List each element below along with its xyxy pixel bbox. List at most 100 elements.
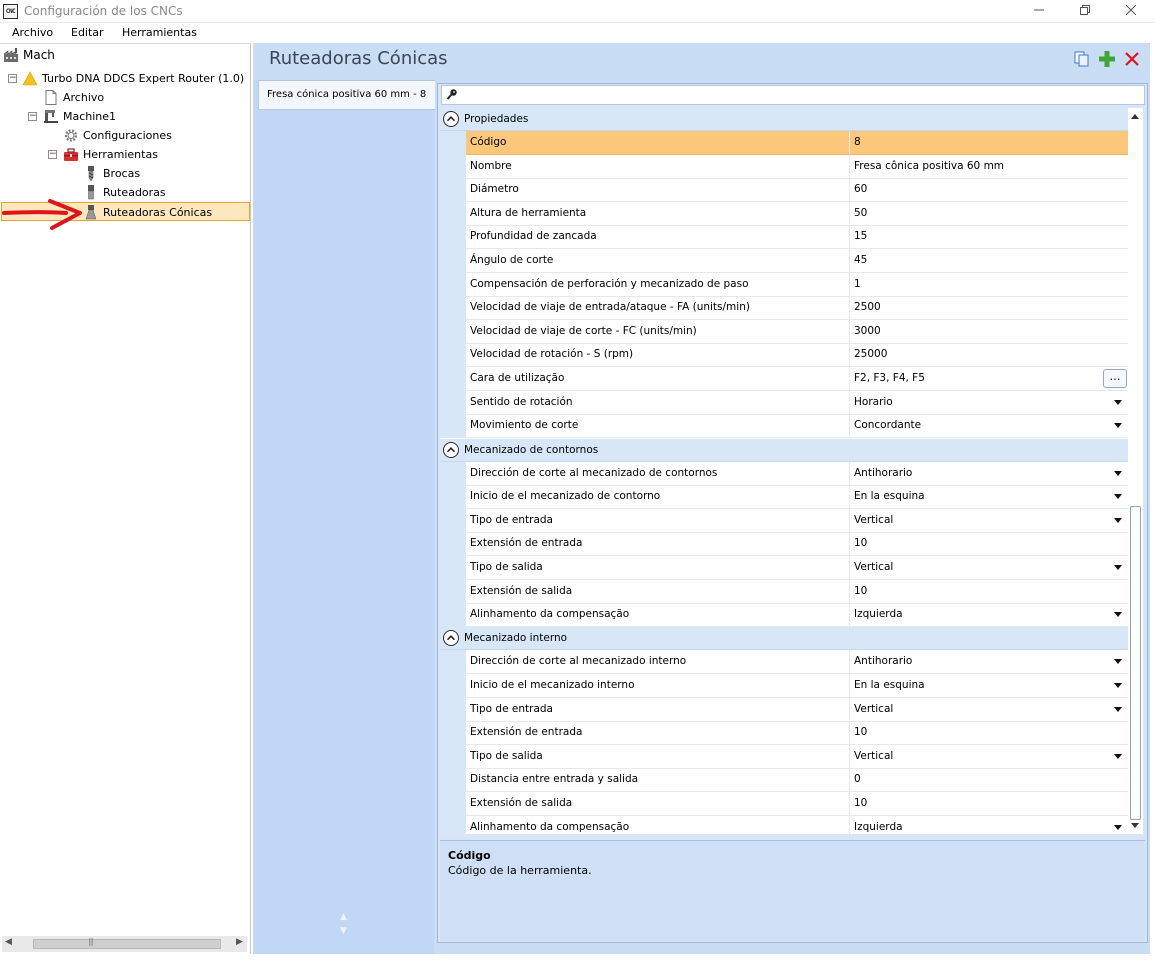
property-value[interactable]: En la esquina xyxy=(850,674,1128,698)
property-value[interactable]: Vertical xyxy=(850,745,1128,769)
tree-horizontal-scrollbar[interactable]: ◀ ||| ▶ xyxy=(2,936,247,952)
property-value[interactable]: 3000 xyxy=(850,320,1128,344)
close-window-button[interactable] xyxy=(1108,0,1154,22)
property-value[interactable]: Horario xyxy=(850,391,1128,415)
property-value[interactable]: Antihorario xyxy=(850,462,1128,486)
property-value[interactable]: Vertical xyxy=(850,556,1128,580)
property-value[interactable]: Izquierda xyxy=(850,603,1128,627)
dropdown-arrow-icon[interactable] xyxy=(1114,612,1122,617)
dropdown-arrow-icon[interactable] xyxy=(1114,825,1122,830)
property-row[interactable]: Dirección de corte al mecanizado interno… xyxy=(440,650,1128,674)
property-value[interactable]: 10 xyxy=(850,580,1128,604)
property-row[interactable]: Sentido de rotación Horario xyxy=(440,391,1128,415)
scroll-right-icon[interactable]: ▶ xyxy=(236,937,243,947)
property-row[interactable]: Tipo de entrada Vertical xyxy=(440,509,1128,533)
tree-node-herramientas[interactable]: Herramientas xyxy=(63,145,243,164)
ellipsis-button[interactable]: … xyxy=(1103,369,1127,388)
property-value[interactable]: 2500 xyxy=(850,296,1128,320)
property-row[interactable]: Código 8 xyxy=(440,131,1128,155)
tree-node-archivo[interactable]: Archivo xyxy=(43,88,243,107)
scroll-up-icon[interactable] xyxy=(1131,114,1139,119)
add-button[interactable] xyxy=(1098,50,1116,68)
scroll-up-icon[interactable]: ▲ xyxy=(340,912,347,922)
tab-tool-8[interactable]: Fresa cónica positiva 60 mm - 8 xyxy=(258,80,435,110)
collapse-toggle[interactable]: − xyxy=(48,150,57,159)
property-value[interactable]: 1 xyxy=(850,273,1128,297)
tree-node-machine-profile[interactable]: Turbo DNA DDCS Expert Router (1.0) xyxy=(22,69,247,88)
scroll-left-icon[interactable]: ◀ xyxy=(5,937,12,947)
property-row[interactable]: Alinhamento da compensação Izquierda xyxy=(440,816,1128,834)
property-row[interactable]: Inicio de el mecanizado interno En la esq… xyxy=(440,674,1128,698)
property-value[interactable]: Fresa cônica positiva 60 mm xyxy=(850,155,1128,179)
menu-archivo[interactable]: Archivo xyxy=(12,26,53,39)
property-value[interactable]: 10 xyxy=(850,792,1128,816)
property-value[interactable]: 25000 xyxy=(850,343,1128,367)
tree-node-brocas[interactable]: Brocas xyxy=(83,164,243,183)
restore-button[interactable] xyxy=(1062,0,1108,22)
tree-node-mach[interactable]: Mach xyxy=(3,46,243,65)
property-value[interactable]: 10 xyxy=(850,721,1128,745)
collapse-chevron-icon[interactable] xyxy=(443,111,459,127)
dropdown-arrow-icon[interactable] xyxy=(1114,423,1122,428)
dropdown-arrow-icon[interactable] xyxy=(1114,707,1122,712)
grid-vertical-scrollbar[interactable] xyxy=(1128,108,1143,834)
property-row[interactable]: Nombre Fresa cônica positiva 60 mm xyxy=(440,155,1128,179)
scroll-down-icon[interactable] xyxy=(1131,823,1139,828)
property-row[interactable]: Distancia entre entrada y salida 0 xyxy=(440,768,1128,792)
menu-herramientas[interactable]: Herramientas xyxy=(122,26,197,39)
property-row[interactable]: Diámetro 60 xyxy=(440,178,1128,202)
dropdown-arrow-icon[interactable] xyxy=(1114,400,1122,405)
property-row[interactable]: Velocidad de rotación - S (rpm) 25000 xyxy=(440,343,1128,367)
collapse-chevron-icon[interactable] xyxy=(443,441,459,458)
property-row[interactable]: Movimiento de corte Concordante xyxy=(440,414,1128,438)
property-value[interactable]: 10 xyxy=(850,532,1128,556)
tree-node-configuraciones[interactable]: Configuraciones xyxy=(63,126,243,145)
property-value[interactable]: F2, F3, F4, F5… xyxy=(850,367,1128,391)
property-row[interactable]: Extensión de salida 10 xyxy=(440,580,1128,604)
scrollbar-thumb[interactable] xyxy=(1130,506,1141,820)
property-row[interactable]: Compensación de perforación y mecanizado… xyxy=(440,273,1128,297)
dropdown-arrow-icon[interactable] xyxy=(1114,659,1122,664)
property-value[interactable]: Concordante xyxy=(850,414,1128,438)
dropdown-arrow-icon[interactable] xyxy=(1114,471,1122,476)
dropdown-arrow-icon[interactable] xyxy=(1114,565,1122,570)
property-value[interactable]: En la esquina xyxy=(850,485,1128,509)
property-value[interactable]: Izquierda xyxy=(850,816,1128,834)
property-row[interactable]: Velocidad de viaje de entrada/ataque - F… xyxy=(440,296,1128,320)
property-search[interactable] xyxy=(441,85,1145,105)
dropdown-arrow-icon[interactable] xyxy=(1114,683,1122,688)
property-value[interactable]: 0 xyxy=(850,768,1128,792)
property-value[interactable]: Vertical xyxy=(850,698,1128,722)
property-row[interactable]: Velocidad de viaje de corte - FC (units/… xyxy=(440,320,1128,344)
property-row[interactable]: Tipo de salida Vertical xyxy=(440,556,1128,580)
collapse-chevron-icon[interactable] xyxy=(443,630,459,647)
tree-node-ruteadoras[interactable]: Ruteadoras xyxy=(83,183,243,202)
scrollbar-thumb[interactable] xyxy=(33,939,221,949)
property-value[interactable]: Antihorario xyxy=(850,650,1128,674)
scroll-down-icon[interactable]: ▼ xyxy=(340,926,347,936)
property-row[interactable]: Extensión de entrada 10 xyxy=(440,721,1128,745)
copy-button[interactable] xyxy=(1073,50,1091,68)
dropdown-arrow-icon[interactable] xyxy=(1114,494,1122,499)
dropdown-arrow-icon[interactable] xyxy=(1114,518,1122,523)
property-row[interactable]: Tipo de entrada Vertical xyxy=(440,698,1128,722)
property-value[interactable]: 60 xyxy=(850,178,1128,202)
property-row[interactable]: Ángulo de corte 45 xyxy=(440,249,1128,273)
property-value[interactable]: 8 xyxy=(850,131,1128,155)
property-row[interactable]: Altura de herramienta 50 xyxy=(440,202,1128,226)
section-header-propiedades[interactable]: Propiedades xyxy=(440,108,1128,131)
collapse-toggle[interactable]: − xyxy=(28,112,37,121)
search-input[interactable] xyxy=(462,87,1132,103)
tree-node-machine1[interactable]: Machine1 xyxy=(43,107,243,126)
collapse-toggle[interactable]: − xyxy=(8,74,17,83)
property-row[interactable]: Profundidad de zancada 15 xyxy=(440,225,1128,249)
property-value[interactable]: Vertical xyxy=(850,509,1128,533)
property-row[interactable]: Inicio de el mecanizado de contorno En la… xyxy=(440,485,1128,509)
menu-editar[interactable]: Editar xyxy=(71,26,104,39)
property-row[interactable]: Cara de utilização F2, F3, F4, F5… xyxy=(440,367,1128,391)
property-row[interactable]: Extensión de salida 10 xyxy=(440,792,1128,816)
section-header-interno[interactable]: Mecanizado interno xyxy=(440,627,1128,651)
section-header-contornos[interactable]: Mecanizado de contornos xyxy=(440,438,1128,462)
dropdown-arrow-icon[interactable] xyxy=(1114,754,1122,759)
property-value[interactable]: 50 xyxy=(850,202,1128,226)
